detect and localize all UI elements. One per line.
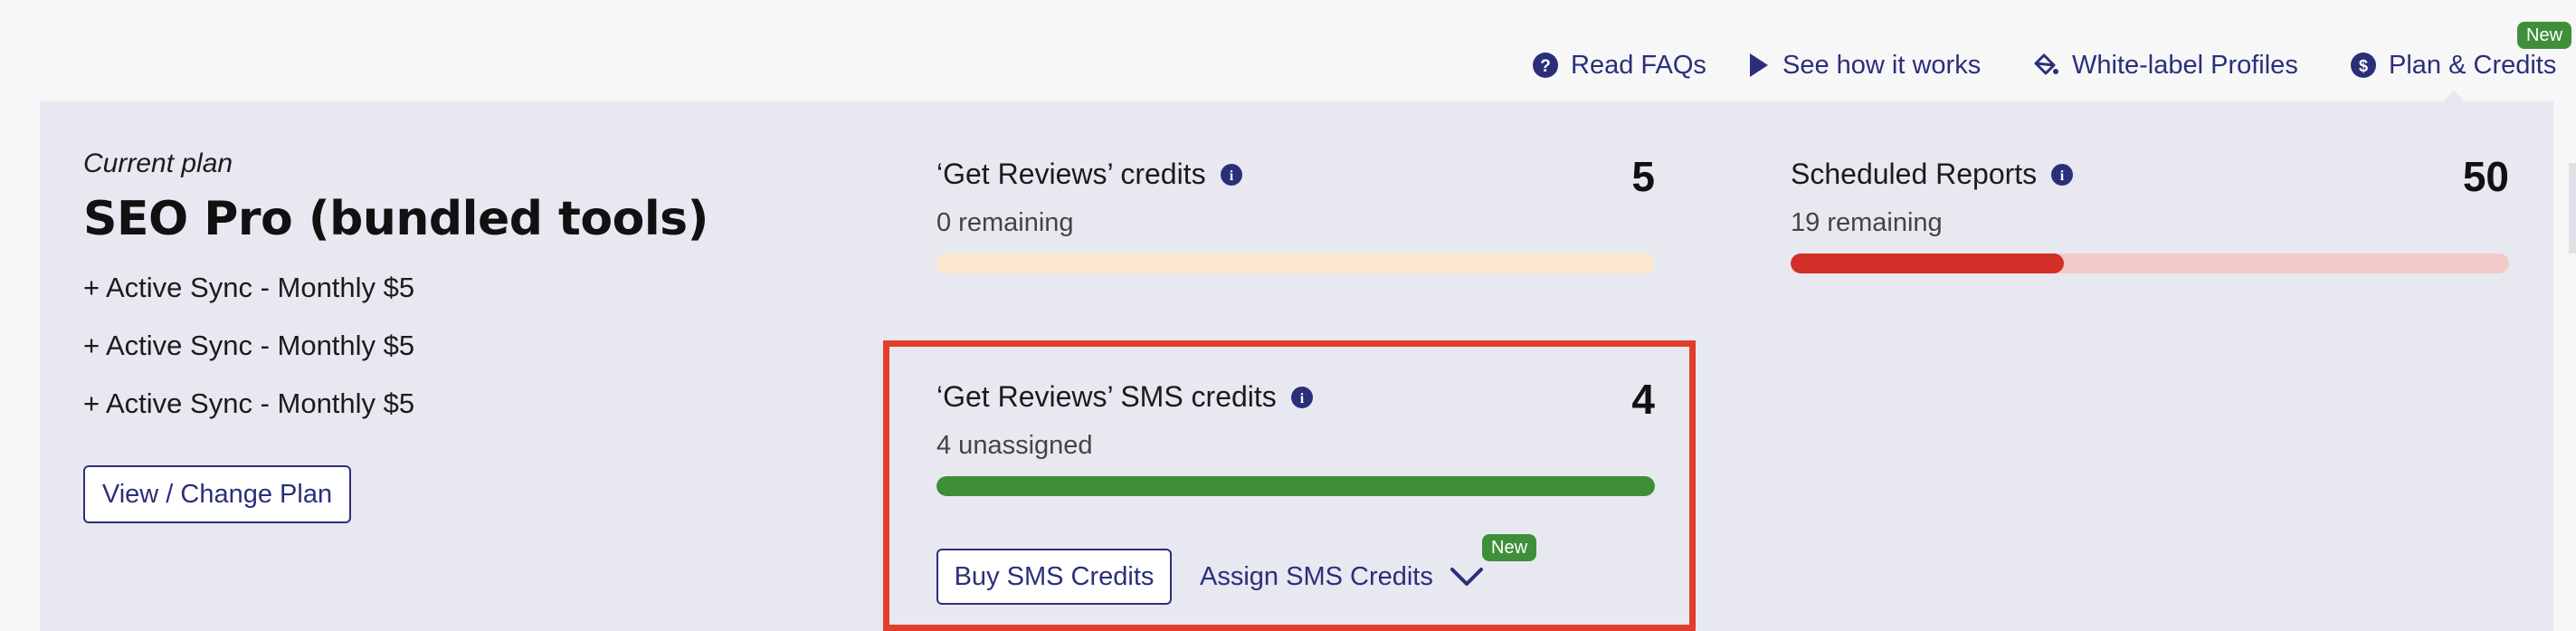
- chevron-down-icon: [1450, 568, 1483, 586]
- new-badge: New: [1482, 534, 1537, 561]
- white-label-profiles-link[interactable]: White-label Profiles: [2032, 47, 2298, 83]
- new-badge: New: [2517, 22, 2572, 49]
- see-how-it-works-link[interactable]: See how it works: [1748, 47, 1981, 83]
- svg-text:i: i: [2060, 168, 2065, 184]
- svg-text:$: $: [2359, 57, 2368, 75]
- question-circle-icon: ?: [1533, 53, 1558, 78]
- view-change-plan-button[interactable]: View / Change Plan: [83, 465, 351, 523]
- current-plan-caption: Current plan: [83, 148, 233, 178]
- reviews-credits-count: 5: [1631, 153, 1655, 200]
- reviews-credits-progress-bar: [936, 253, 1655, 273]
- scheduled-reports-progress-fill: [1791, 253, 2064, 273]
- scheduled-reports-progress-bar: [1791, 253, 2509, 273]
- addon-item: + Active Sync - Monthly $5: [83, 387, 415, 419]
- reviews-credits-card: ‘Get Reviews’ credits i 5 0 remaining: [936, 153, 1655, 284]
- svg-text:?: ?: [1540, 57, 1551, 76]
- reviews-credits-title-row: ‘Get Reviews’ credits i: [936, 158, 1242, 191]
- scheduled-reports-card: Scheduled Reports i 50 19 remaining: [1791, 153, 2509, 284]
- plan-credits-tab[interactable]: $ Plan & Credits: [2351, 47, 2557, 107]
- reviews-credits-title: ‘Get Reviews’ credits: [936, 158, 1206, 190]
- scheduled-reports-count: 50: [2462, 153, 2509, 200]
- see-how-label: See how it works: [1782, 50, 1982, 80]
- info-circle-icon[interactable]: i: [2051, 163, 2074, 186]
- play-icon: [1750, 53, 1768, 77]
- paint-bucket-icon: [2034, 53, 2058, 75]
- reviews-credits-remaining: 0 remaining: [936, 208, 1074, 237]
- svg-text:i: i: [1229, 168, 1233, 184]
- reports-title-row: Scheduled Reports i: [1791, 158, 2074, 191]
- addon-item: + Active Sync - Monthly $5: [83, 272, 415, 303]
- scheduled-reports-remaining: 19 remaining: [1791, 208, 1943, 237]
- buy-sms-credits-button[interactable]: Buy SMS Credits: [936, 549, 1172, 605]
- read-faqs-link[interactable]: ? Read FAQs: [1533, 47, 1706, 83]
- plan-credits-label: Plan & Credits: [2389, 50, 2557, 80]
- top-navigation: ? Read FAQs See how it works White-label…: [0, 0, 2576, 107]
- assign-sms-credits-dropdown[interactable]: Assign SMS Credits: [1200, 559, 1484, 595]
- plan-name: SEO Pro (bundled tools): [83, 192, 708, 246]
- white-label-label: White-label Profiles: [2072, 50, 2298, 80]
- scrollbar-edge[interactable]: [2569, 163, 2576, 253]
- info-circle-icon[interactable]: i: [1220, 163, 1242, 186]
- read-faqs-label: Read FAQs: [1571, 50, 1706, 80]
- addon-item: + Active Sync - Monthly $5: [83, 330, 415, 361]
- assign-sms-credits-label: Assign SMS Credits: [1200, 561, 1433, 591]
- dollar-circle-icon: $: [2351, 53, 2376, 78]
- scheduled-reports-title: Scheduled Reports: [1791, 158, 2038, 190]
